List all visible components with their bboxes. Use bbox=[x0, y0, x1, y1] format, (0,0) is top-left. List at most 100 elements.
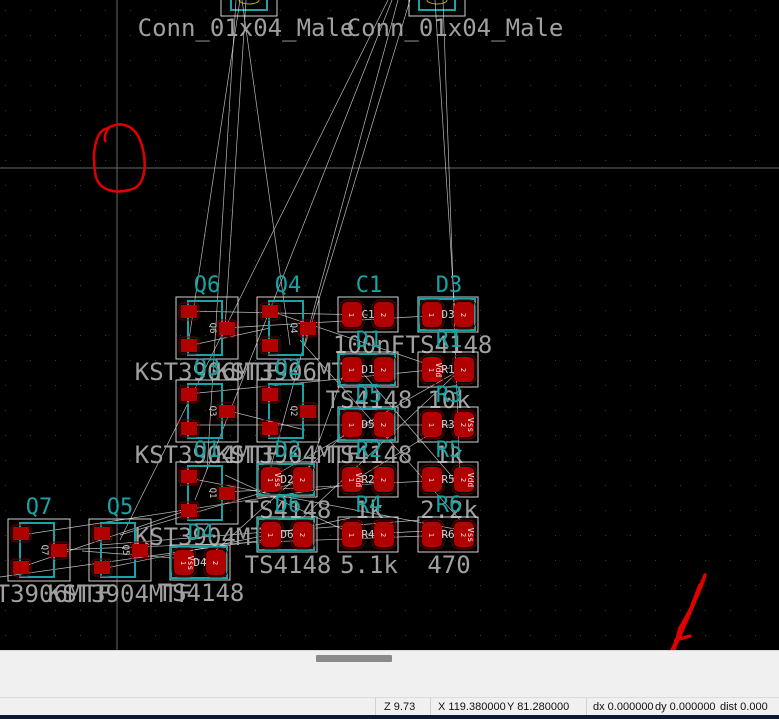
pin-marker bbox=[426, 0, 448, 5]
grid-dot bbox=[130, 410, 131, 411]
grid-dot bbox=[405, 635, 406, 636]
grid-dot bbox=[505, 460, 506, 461]
grid-dot bbox=[405, 60, 406, 61]
grid-dot bbox=[330, 610, 331, 611]
grid-dot bbox=[55, 185, 56, 186]
grid-dot bbox=[455, 135, 456, 136]
grid-dot bbox=[555, 510, 556, 511]
grid-dot bbox=[255, 610, 256, 611]
grid-dot bbox=[580, 460, 581, 461]
grid-dot bbox=[155, 10, 156, 11]
grid-dot bbox=[730, 510, 731, 511]
grid-dot bbox=[255, 335, 256, 336]
grid-dot bbox=[330, 160, 331, 161]
grid-dot bbox=[505, 160, 506, 161]
pad bbox=[13, 561, 29, 574]
grid-dot bbox=[755, 335, 756, 336]
grid-dot bbox=[480, 435, 481, 436]
fab-reference: Q6 bbox=[207, 323, 217, 334]
fab-reference: Q1 bbox=[207, 488, 217, 499]
pad bbox=[181, 388, 197, 401]
grid-dot bbox=[30, 135, 31, 136]
grid-dot bbox=[105, 335, 106, 336]
grid-dot bbox=[680, 185, 681, 186]
grid-dot bbox=[705, 185, 706, 186]
grid-dot bbox=[530, 435, 531, 436]
grid-dot bbox=[480, 185, 481, 186]
grid-dot bbox=[205, 435, 206, 436]
pad-number: 2 bbox=[379, 478, 387, 482]
grid-dot bbox=[655, 10, 656, 11]
grid-dot bbox=[730, 110, 731, 111]
grid-dot bbox=[530, 285, 531, 286]
fab-reference: D1 bbox=[361, 363, 374, 376]
grid-dot bbox=[755, 535, 756, 536]
grid-dot bbox=[680, 285, 681, 286]
grid-dot bbox=[30, 210, 31, 211]
grid-dot bbox=[230, 210, 231, 211]
status-separator bbox=[375, 698, 376, 716]
grid-dot bbox=[280, 110, 281, 111]
grid-dot bbox=[680, 210, 681, 211]
pad-number: 2 bbox=[379, 423, 387, 427]
grid-dot bbox=[430, 210, 431, 211]
grid-dot bbox=[330, 110, 331, 111]
grid-dot bbox=[455, 110, 456, 111]
pcb-canvas[interactable]: Q6 Q6 KST3906MTF Q4 Q4 KST3906MTF Q3 Q3 KST3904M… bbox=[0, 0, 779, 686]
grid-dot bbox=[755, 135, 756, 136]
reference-label: D1 bbox=[356, 328, 383, 353]
grid-dot bbox=[430, 185, 431, 186]
grid-dot bbox=[80, 35, 81, 36]
grid-dot bbox=[380, 235, 381, 236]
grid-dot bbox=[205, 235, 206, 236]
grid-dot bbox=[55, 160, 56, 161]
grid-dot bbox=[130, 285, 131, 286]
grid-dot bbox=[555, 85, 556, 86]
grid-dot bbox=[255, 285, 256, 286]
grid-dot bbox=[105, 35, 106, 36]
grid-dot bbox=[730, 135, 731, 136]
grid-dot bbox=[555, 460, 556, 461]
grid-dot bbox=[80, 285, 81, 286]
grid-dot bbox=[505, 435, 506, 436]
grid-dot bbox=[255, 135, 256, 136]
grid-dot bbox=[605, 460, 606, 461]
fab-reference: R3 bbox=[441, 418, 454, 431]
grid-dot bbox=[480, 10, 481, 11]
grid-dot bbox=[80, 560, 81, 561]
fab-reference: R1 bbox=[441, 363, 454, 376]
reference-label: R5 bbox=[436, 438, 463, 463]
grid-dot bbox=[405, 235, 406, 236]
grid-dot bbox=[655, 585, 656, 586]
grid-dot bbox=[180, 260, 181, 261]
grid-dot bbox=[355, 260, 356, 261]
pad-number: 1 bbox=[266, 533, 274, 537]
grid-dot bbox=[55, 535, 56, 536]
grid-dot bbox=[605, 585, 606, 586]
horizontal-scrollbar-thumb[interactable] bbox=[316, 655, 392, 662]
grid-dot bbox=[430, 460, 431, 461]
fab-outline bbox=[230, 0, 268, 11]
pcb-board[interactable]: Q6Q6KST3906MTFQ4Q4KST3906MTFQ3Q3KST3904M… bbox=[0, 0, 779, 686]
grid-dot bbox=[105, 85, 106, 86]
grid-dot bbox=[130, 110, 131, 111]
grid-dot bbox=[5, 260, 6, 261]
grid-dot bbox=[580, 285, 581, 286]
grid-dot bbox=[80, 335, 81, 336]
grid-dot bbox=[405, 310, 406, 311]
grid-dot bbox=[55, 85, 56, 86]
grid-dot bbox=[380, 635, 381, 636]
grid-dot bbox=[155, 110, 156, 111]
grid-dot bbox=[105, 635, 106, 636]
grid-dot bbox=[105, 10, 106, 11]
grid-dot bbox=[705, 610, 706, 611]
grid-dot bbox=[705, 560, 706, 561]
grid-dot bbox=[630, 160, 631, 161]
pad bbox=[262, 388, 278, 401]
y-coordinate: Y 81.280000 bbox=[507, 701, 570, 713]
grid-dot bbox=[655, 210, 656, 211]
grid-dot bbox=[230, 435, 231, 436]
pad-number: 1 bbox=[347, 533, 355, 537]
grid-dot bbox=[555, 560, 556, 561]
grid-dot bbox=[530, 485, 531, 486]
